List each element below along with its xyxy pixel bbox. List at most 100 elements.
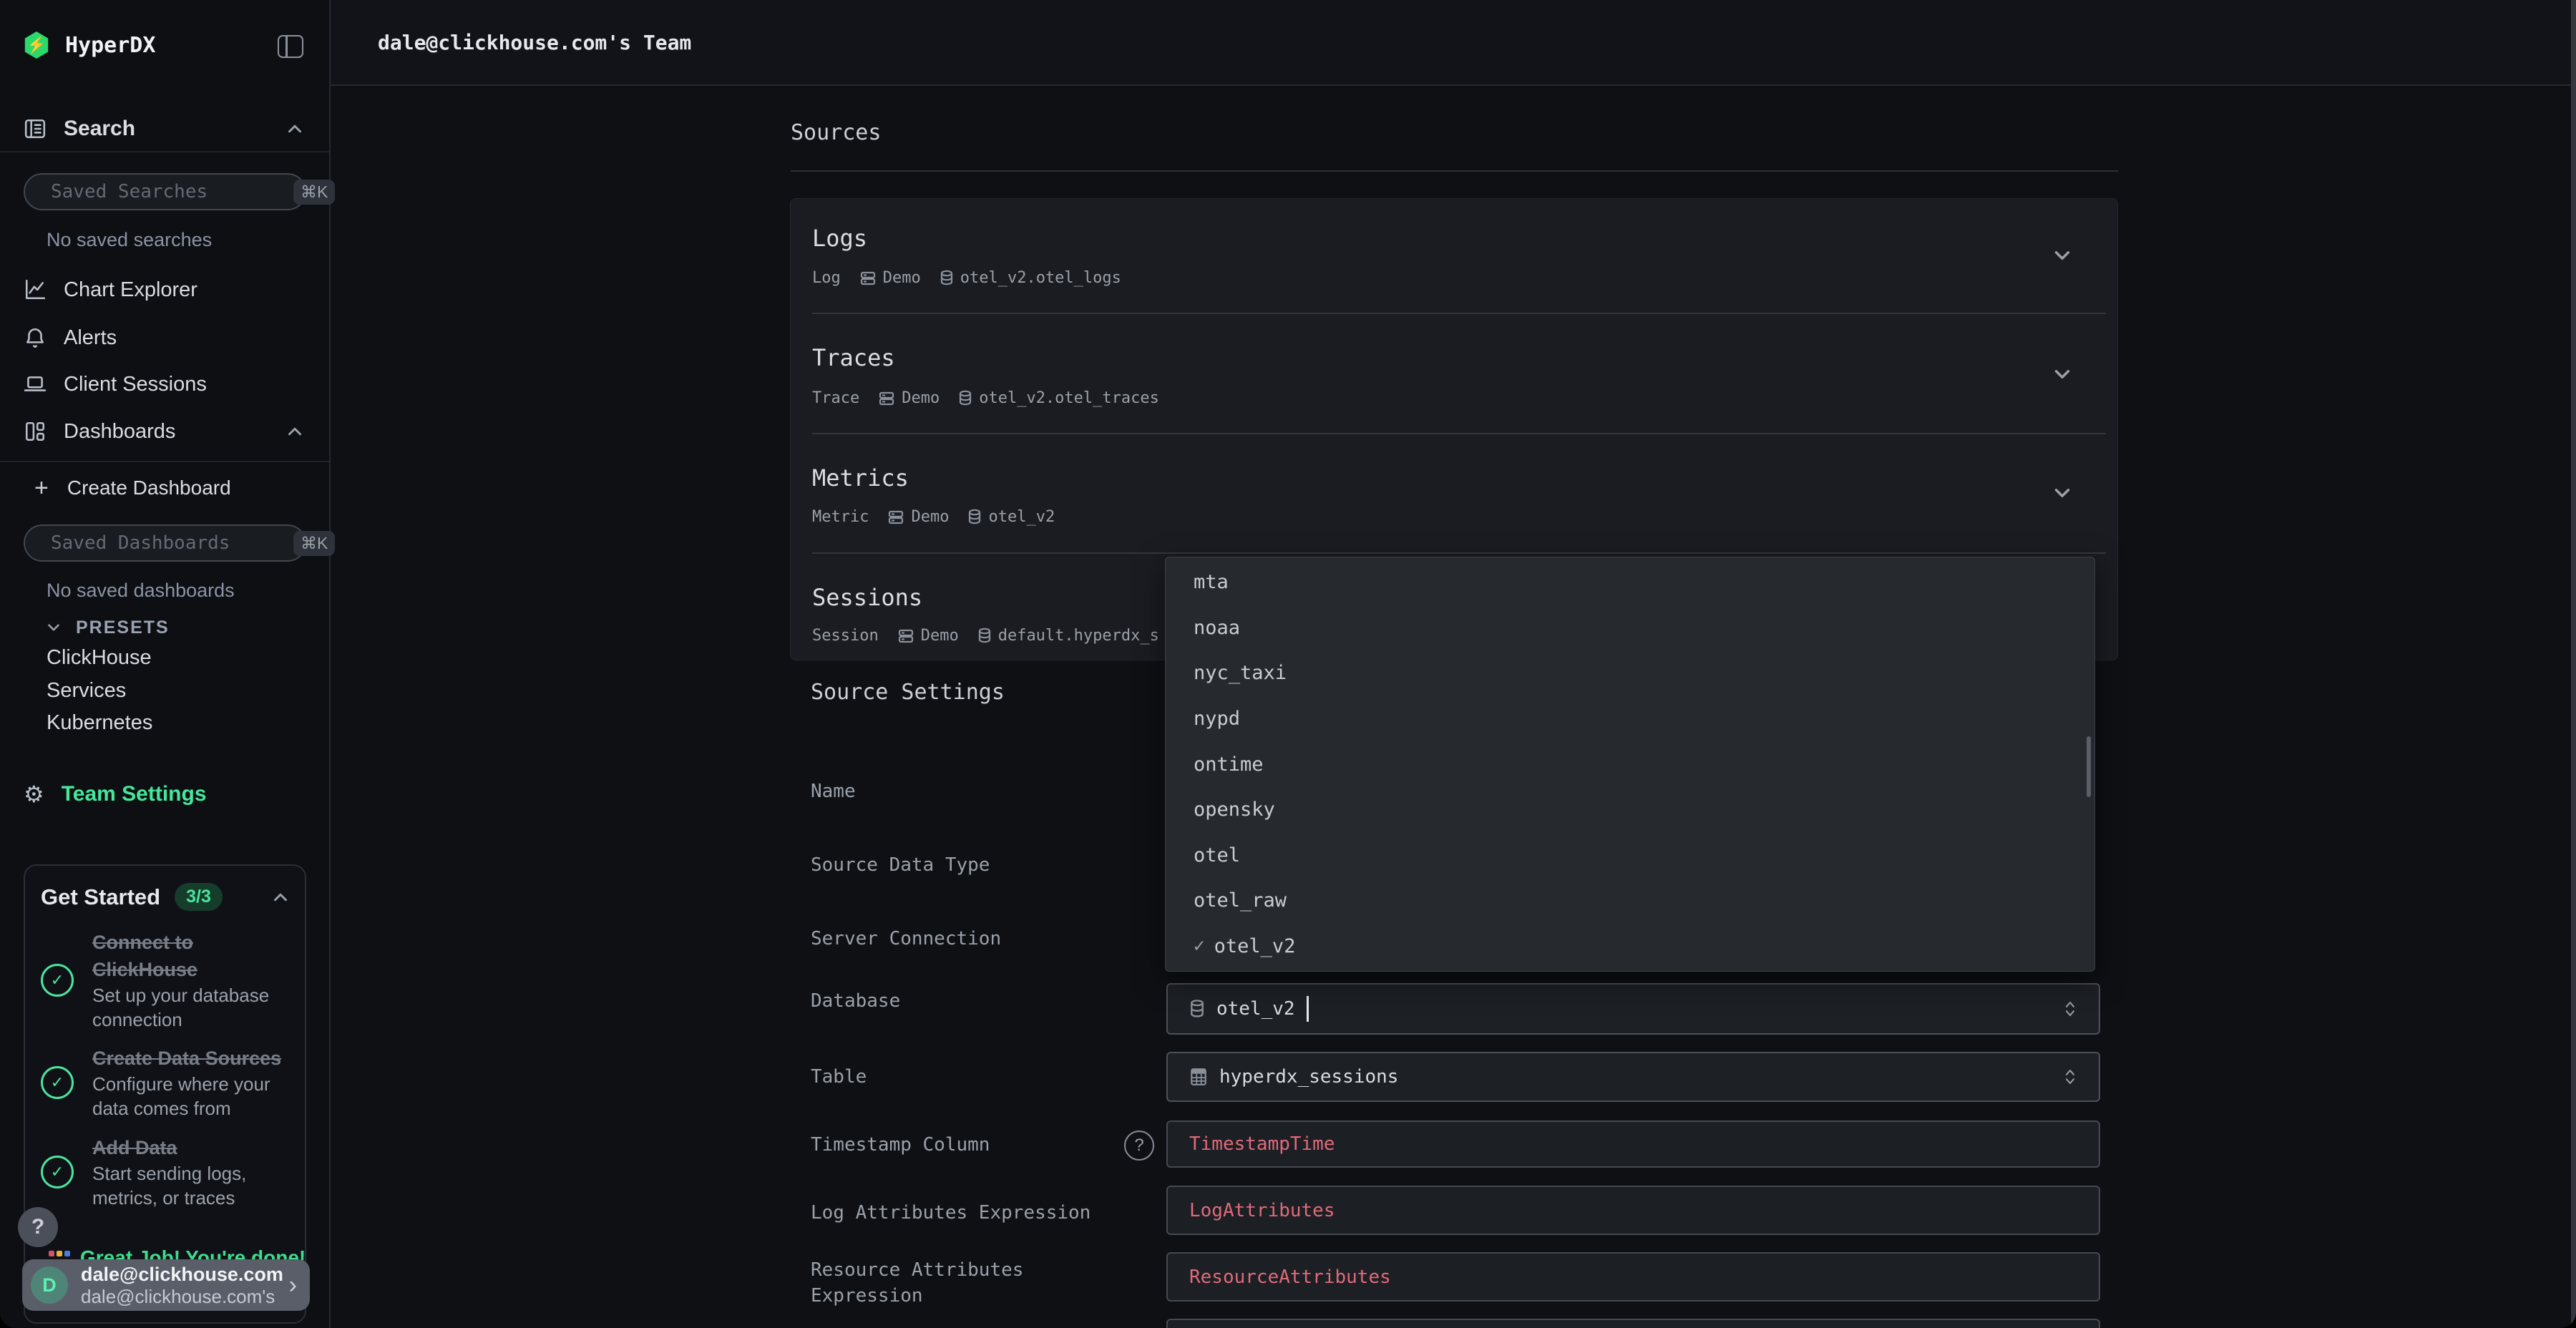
select-chevrons-icon[interactable] <box>2063 1068 2077 1086</box>
create-dashboard-button[interactable]: + Create Dashboard <box>34 469 231 507</box>
chevron-up-icon[interactable] <box>270 887 291 908</box>
user-name: dale@clickhouse.com <box>81 1264 276 1286</box>
chevron-down-icon <box>44 618 63 637</box>
table-chip: otel_v2.otel_traces <box>958 389 1159 407</box>
presets-header[interactable]: PRESETS <box>44 615 170 640</box>
no-saved-dashboards-text: No saved dashboards <box>47 580 235 602</box>
resource-attributes-input[interactable]: ResourceAttributes <box>1166 1252 2100 1302</box>
celebration-text: Great Job! You're done! <box>80 1246 306 1261</box>
saved-dashboards-input[interactable] <box>49 532 293 555</box>
hyperdx-logo-icon: ⚡ <box>24 31 49 59</box>
next-input-partial[interactable] <box>1166 1319 2100 1328</box>
database-label: Database <box>811 988 900 1014</box>
dropdown-option[interactable]: mta <box>1166 560 2094 605</box>
presets-label: PRESETS <box>76 617 170 638</box>
celebration-row: Great Job! You're done! <box>49 1246 306 1261</box>
name-label: Name <box>811 778 856 804</box>
sidebar: ⚡ HyperDX Search ⌘K No saved searches Ch… <box>0 0 331 1328</box>
table-chip: otel_v2 <box>967 508 1055 526</box>
step-desc: Configure where your data comes from <box>92 1072 291 1120</box>
source-type: Log <box>812 269 841 287</box>
sidebar-item-dashboards[interactable]: Dashboards <box>24 411 306 451</box>
sidebar-item-alerts[interactable]: Alerts <box>24 318 306 358</box>
chevron-down-icon[interactable] <box>2050 243 2074 268</box>
sources-heading: Sources <box>791 120 881 145</box>
dropdown-option[interactable]: nyc_taxi <box>1166 650 2094 696</box>
get-started-step[interactable]: ✓ Connect to ClickHouse Set up your data… <box>41 929 291 1032</box>
dropdown-option-selected[interactable]: ✓ otel_v2 <box>1166 924 2094 970</box>
help-circle-icon[interactable]: ? <box>1124 1131 1154 1161</box>
chevron-down-icon[interactable] <box>2050 362 2074 386</box>
table-value: hyperdx_sessions <box>1219 1066 1398 1088</box>
resource-attributes-label: Resource Attributes Expression <box>811 1257 1040 1309</box>
dropdown-scrollbar[interactable] <box>2087 736 2091 797</box>
timestamp-column-input[interactable]: TimestampTime <box>1166 1120 2100 1168</box>
database-icon <box>967 509 982 526</box>
sidebar-section-search[interactable]: Search <box>24 109 306 149</box>
connection-chip: Demo <box>887 508 949 526</box>
dropdown-option[interactable]: opensky <box>1166 787 2094 833</box>
collapse-sidebar-icon[interactable] <box>278 35 303 58</box>
sidebar-divider <box>0 151 329 152</box>
dropdown-option[interactable]: nypd <box>1166 696 2094 742</box>
source-title-metrics: Metrics <box>812 464 909 492</box>
window-scrollbar[interactable] <box>2571 0 2576 1328</box>
saved-searches-pill[interactable]: ⌘K <box>24 173 306 210</box>
saved-searches-input[interactable] <box>49 180 293 203</box>
dropdown-option[interactable]: otel <box>1166 832 2094 878</box>
sidebar-item-kubernetes[interactable]: Kubernetes <box>47 711 152 738</box>
sidebar-item-chart-explorer[interactable]: Chart Explorer <box>24 270 306 310</box>
text-caret <box>1307 996 1309 1022</box>
get-started-step[interactable]: ✓ Create Data Sources Configure where yo… <box>41 1045 291 1120</box>
user-subtitle: dale@clickhouse.com's <box>81 1286 276 1307</box>
team-settings-label: Team Settings <box>62 782 207 806</box>
database-icon <box>958 390 972 407</box>
database-input[interactable]: otel_v2 <box>1166 983 2100 1035</box>
source-meta-metrics: Metric Demo otel_v2 <box>812 508 1055 526</box>
sidebar-item-services[interactable]: Services <box>47 679 126 706</box>
get-started-header[interactable]: Get Started 3/3 <box>41 883 291 911</box>
kbd-shortcut: ⌘K <box>293 531 335 556</box>
plus-icon: + <box>34 474 49 502</box>
team-title: dale@clickhouse.com's Team <box>378 31 691 54</box>
sidebar-item-team-settings[interactable]: ⚙ Team Settings <box>24 774 207 814</box>
database-icon <box>1189 999 1205 1019</box>
select-chevrons-icon[interactable] <box>2063 1000 2077 1018</box>
bell-icon <box>24 326 47 349</box>
table-input[interactable]: hyperdx_sessions <box>1166 1052 2100 1102</box>
check-circle-icon: ✓ <box>41 964 74 997</box>
database-dropdown: mta noaa nyc_taxi nypd ontime opensky ot… <box>1165 557 2095 972</box>
dropdown-option[interactable]: ontime <box>1166 741 2094 787</box>
chevron-down-icon[interactable] <box>2050 481 2074 505</box>
step-title: Connect to ClickHouse <box>92 929 291 983</box>
saved-dashboards-pill[interactable]: ⌘K <box>24 524 306 562</box>
no-saved-searches-text: No saved searches <box>47 229 212 251</box>
chevron-up-icon[interactable] <box>284 118 306 140</box>
log-attributes-input[interactable]: LogAttributes <box>1166 1186 2100 1235</box>
source-title-sessions: Sessions <box>812 584 922 611</box>
server-icon <box>859 270 877 287</box>
chevron-up-icon[interactable] <box>284 421 306 442</box>
sidebar-item-clickhouse[interactable]: ClickHouse <box>47 646 152 673</box>
get-started-step[interactable]: ✓ Add Data Start sending logs, metrics, … <box>41 1134 291 1210</box>
step-title: Create Data Sources <box>92 1045 291 1072</box>
server-icon <box>878 390 895 407</box>
database-icon <box>940 270 954 287</box>
server-icon <box>897 628 914 645</box>
help-button[interactable]: ? <box>18 1207 58 1247</box>
hyperdx-app: ⚡ HyperDX Search ⌘K No saved searches Ch… <box>0 0 2576 1328</box>
table-label: Table <box>811 1064 867 1090</box>
source-type: Metric <box>812 508 869 526</box>
user-profile-button[interactable]: D dale@clickhouse.com dale@clickhouse.co… <box>22 1259 310 1311</box>
dropdown-option[interactable]: noaa <box>1166 605 2094 651</box>
table-chip: otel_v2.otel_logs <box>940 269 1121 287</box>
sidebar-item-client-sessions[interactable]: Client Sessions <box>24 364 306 404</box>
step-desc: Start sending logs, metrics, or traces <box>92 1161 291 1210</box>
server-icon <box>887 509 904 526</box>
dropdown-option[interactable]: otel_raw <box>1166 878 2094 924</box>
divider <box>812 433 2106 434</box>
logo-row[interactable]: ⚡ HyperDX <box>24 29 155 62</box>
logo-title: HyperDX <box>65 33 155 58</box>
database-value: otel_v2 <box>1216 998 1295 1020</box>
topbar: dale@clickhouse.com's Team <box>331 0 2576 86</box>
